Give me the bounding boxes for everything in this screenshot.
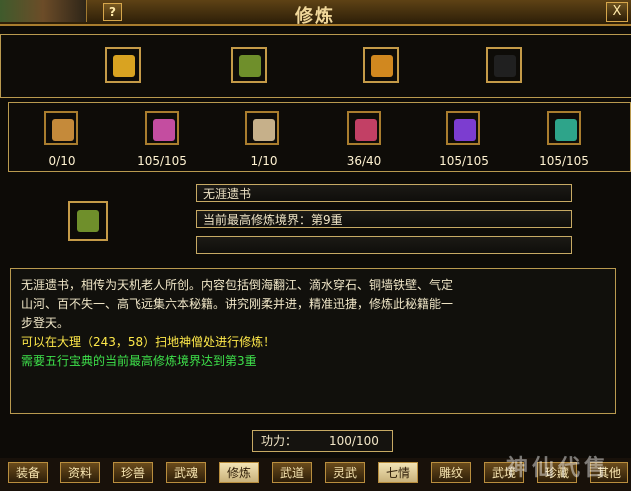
scroll-slot-3[interactable] [245,111,279,145]
scroll-slot-2[interactable] [145,111,179,145]
tab-engraving[interactable]: 雕纹 [431,462,471,483]
description-line-2: 山河、百不失一、高飞远集六本秘籍。讲究刚柔并进，精准迅捷，修炼此秘籍能一 [21,297,454,311]
scroll-icon [355,119,377,141]
training-location-hint: 可以在大理（243，58）扫地神僧处进行修炼！ [21,335,276,349]
scroll-icon [153,119,175,141]
watermark-text: 神仙代售 [506,456,611,481]
tab-martial-soul[interactable]: 武魂 [166,462,206,483]
golden-book-icon [113,55,135,77]
tab-equipment[interactable]: 装备 [8,462,48,483]
top-slot-4[interactable] [486,47,522,83]
power-label: 功力： [261,434,298,448]
top-slot-panel [0,34,631,98]
scroll-count-3: 1/10 [250,154,278,168]
scroll-slot-4[interactable] [347,111,381,145]
scroll-panel: 0/10 105/105 1/10 36/40 105/105 105/105 [8,102,631,172]
title-bar: ? 修炼 X [0,0,631,27]
top-slot-1[interactable] [105,47,141,83]
description-line-1: 无涯遗书，相传为天机老人所创。内容包括倒海翻江、滴水穿石、铜墙铁壁、气定 [21,278,454,292]
green-scroll-bundle-icon [77,210,99,232]
scroll-count-2: 105/105 [137,154,187,168]
green-scroll-bundle-icon [239,55,261,77]
item-name-bar: 无涯遗书 [196,184,572,202]
description-panel: 无涯遗书，相传为天机老人所创。内容包括倒海翻江、滴水穿石、铜墙铁壁、气定 山河、… [10,268,616,414]
scroll-icon [52,119,74,141]
tab-pet[interactable]: 珍兽 [113,462,153,483]
description-line-3: 步登天。 [21,316,70,330]
top-slot-2[interactable] [231,47,267,83]
empty-slot-icon [494,55,516,77]
scroll-count-6: 105/105 [539,154,589,168]
scroll-count-1: 0/10 [48,154,76,168]
cultivation-window: ? 修炼 X 0/10 105/105 1/10 36/40 105/105 1… [0,0,631,491]
item-realm-bar: 当前最高修炼境界：第9重 [196,210,572,228]
avatar [0,0,87,22]
top-slot-3[interactable] [363,47,399,83]
power-bar: 功力： 100/100 [252,430,393,452]
scroll-icon [253,119,275,141]
scroll-icon [555,119,577,141]
window-title: 修炼 [295,6,335,27]
tab-martial-path[interactable]: 武道 [272,462,312,483]
tab-seven-emotions[interactable]: 七情 [378,462,418,483]
power-value: 100/100 [329,434,379,448]
requirement-hint: 需要五行宝典的当前最高修炼境界达到第3重 [21,354,257,368]
tab-cultivation[interactable]: 修炼 [219,462,259,483]
close-button[interactable]: X [606,2,628,22]
tab-profile[interactable]: 资料 [60,462,100,483]
scroll-slot-5[interactable] [446,111,480,145]
scroll-slot-1[interactable] [44,111,78,145]
item-extra-bar [196,236,572,254]
tab-spirit-weapon[interactable]: 灵武 [325,462,365,483]
help-button[interactable]: ? [103,3,122,21]
golden-chest-icon [371,55,393,77]
scroll-icon [454,119,476,141]
scroll-count-4: 36/40 [346,154,382,168]
scroll-count-5: 105/105 [439,154,489,168]
selected-item-slot[interactable] [68,201,108,241]
scroll-slot-6[interactable] [547,111,581,145]
